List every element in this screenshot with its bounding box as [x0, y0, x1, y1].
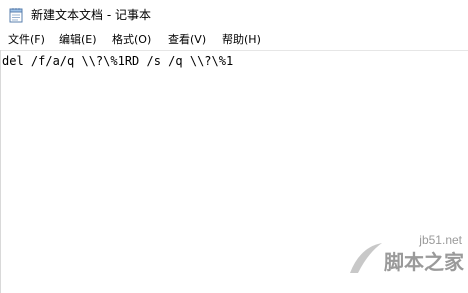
menu-file[interactable]: 文件(F) — [8, 32, 45, 48]
notepad-icon[interactable] — [9, 7, 23, 23]
menu-help[interactable]: 帮助(H) — [222, 32, 261, 48]
menu-bar: 文件(F) 编辑(E) 格式(O) 查看(V) 帮助(H) — [0, 30, 468, 50]
watermark-brand: 脚本之家 — [384, 250, 464, 274]
menu-edit[interactable]: 编辑(E) — [59, 32, 97, 48]
site-watermark: jb51.net 脚本之家 — [346, 233, 466, 291]
watermark-logo-icon — [350, 243, 382, 273]
title-bar[interactable]: 新建文本文档 - 记事本 — [0, 0, 468, 30]
notepad-window: 新建文本文档 - 记事本 文件(F) 编辑(E) 格式(O) 查看(V) 帮助(… — [0, 0, 468, 293]
editor-text[interactable]: del /f/a/q \\?\%1RD /s /q \\?\%1 — [2, 53, 233, 69]
window-left-border — [0, 50, 1, 293]
watermark-url: jb51.net — [419, 233, 462, 247]
menu-view[interactable]: 查看(V) — [168, 32, 206, 48]
window-title: 新建文本文档 - 记事本 — [31, 8, 151, 22]
menu-format[interactable]: 格式(O) — [112, 32, 151, 48]
